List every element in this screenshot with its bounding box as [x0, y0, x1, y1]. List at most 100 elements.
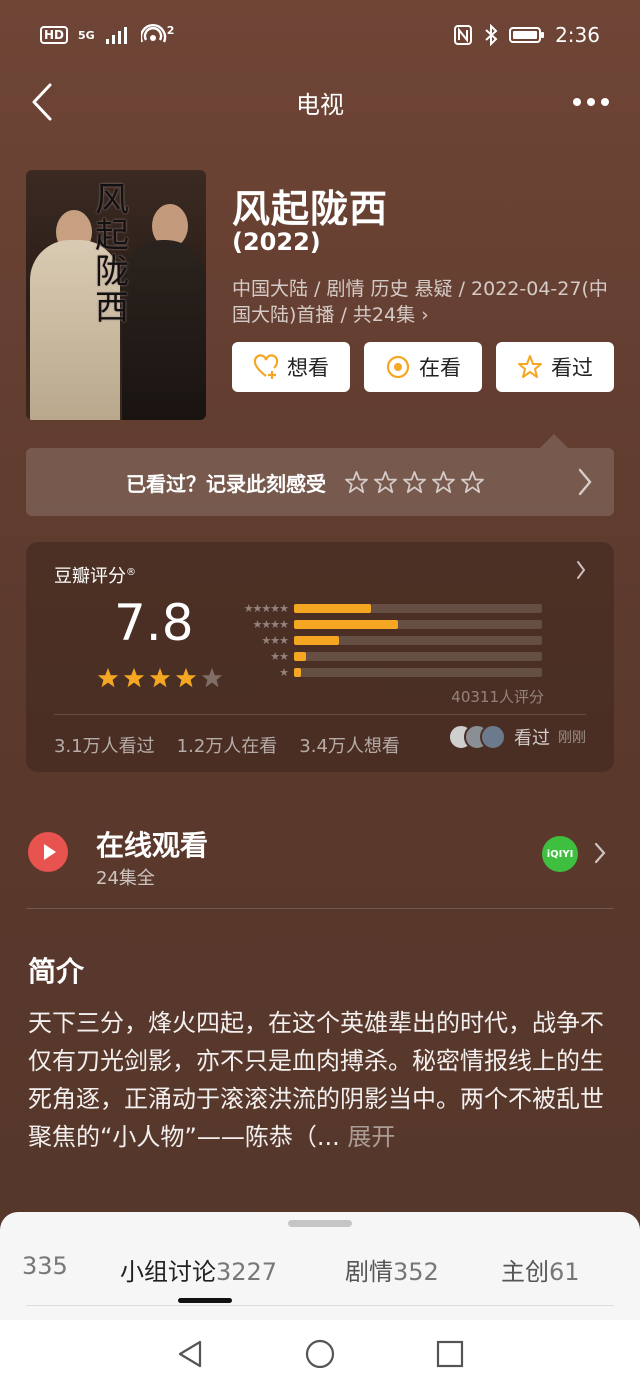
status-bar: HD 5G 2 2:36 — [0, 0, 640, 70]
divider — [54, 714, 586, 715]
distribution-row: ★★ — [224, 648, 542, 664]
bottom-sheet: 335 小组讨论3227 剧情352 主创61 — [0, 1212, 640, 1322]
watched-count: 3.1万人看过 — [54, 736, 155, 757]
rating-stars — [96, 666, 224, 690]
friend-avatars — [448, 724, 506, 750]
distribution-row: ★★★★ — [224, 616, 542, 632]
want-button[interactable]: 想看 — [232, 342, 350, 392]
nav-back-icon[interactable] — [176, 1339, 204, 1369]
distribution-track — [294, 667, 542, 677]
movie-meta[interactable]: 中国大陆 / 剧情 历史 悬疑 / 2022-04-27(中国大陆)首播 / 共… — [232, 276, 622, 328]
nfc-icon — [454, 25, 473, 45]
tab-bar: 335 小组讨论3227 剧情352 主创61 — [0, 1248, 640, 1288]
star-icon — [149, 667, 171, 688]
more-dot-icon — [587, 98, 595, 106]
nav-recent-icon[interactable] — [436, 1340, 464, 1368]
page-title: 电视 — [296, 90, 344, 119]
bluetooth-icon — [485, 24, 498, 46]
distribution-track — [294, 635, 542, 645]
intro-body: 天下三分，烽火四起，在这个英雄辈出的时代，战争不仅有刀光剑影，亦不只是血肉搏杀。… — [28, 1009, 604, 1151]
divider — [26, 1305, 614, 1306]
distribution-track — [294, 619, 542, 629]
status-right: 2:36 — [453, 23, 600, 47]
chevron-right-icon — [577, 561, 586, 579]
target-icon — [386, 355, 410, 379]
friends-time: 刚刚 — [558, 730, 586, 746]
friends-watched[interactable]: 看过 刚刚 — [448, 724, 586, 750]
star-outline-icon[interactable] — [460, 470, 485, 495]
online-watch-row[interactable]: 在线观看 24集全 iQIYI — [26, 818, 614, 908]
star-outline-icon[interactable] — [344, 470, 369, 495]
rating-label: 豆瓣评分® — [54, 566, 136, 587]
tab-partial[interactable]: 335 — [22, 1252, 68, 1280]
rate-prompt[interactable]: 已看过？记录此刻感受 — [26, 448, 614, 516]
star-outline-icon[interactable] — [373, 470, 398, 495]
expand-link[interactable]: 展开 — [347, 1123, 395, 1151]
distribution-stars: ★★ — [270, 649, 289, 663]
star-icon — [123, 667, 145, 688]
star-icon — [97, 667, 119, 688]
poster-calligraphy: 风起陇西 — [95, 180, 129, 328]
distribution-fill — [294, 603, 371, 613]
nav-home-icon[interactable] — [304, 1338, 336, 1370]
back-button[interactable] — [20, 80, 64, 124]
distribution-track — [294, 651, 542, 661]
rate-caret — [540, 434, 568, 448]
star-icon — [201, 667, 223, 688]
star-outline-icon — [518, 355, 542, 378]
rating-stats: 3.1万人看过 1.2万人在看 3.4万人想看 — [54, 732, 400, 758]
distribution-stars: ★ — [279, 665, 289, 679]
hd-badge: HD — [40, 26, 69, 44]
watching-count: 1.2万人在看 — [176, 736, 278, 757]
more-dot-icon — [601, 98, 609, 106]
distribution-fill — [294, 667, 302, 677]
poster-image[interactable]: 风起陇西 — [26, 170, 206, 420]
nav-bar: 电视 — [0, 70, 640, 134]
watched-label: 看过 — [551, 356, 593, 380]
chevron-left-icon — [32, 83, 52, 121]
system-nav-bar — [0, 1320, 640, 1387]
intro-text: 天下三分，烽火四起，在这个英雄辈出的时代，战争不仅有刀光剑影，亦不只是血肉搏杀。… — [28, 1004, 618, 1156]
distribution-track — [294, 603, 542, 613]
want-label: 想看 — [287, 356, 329, 380]
distribution-row: ★ — [224, 664, 542, 680]
tab-creators[interactable]: 主创61 — [501, 1252, 580, 1287]
rate-prompt-text: 已看过？记录此刻感受 — [126, 471, 326, 496]
distribution-stars: ★★★ — [261, 633, 289, 647]
battery-icon — [509, 27, 545, 43]
tab-plot[interactable]: 剧情352 — [345, 1252, 439, 1287]
star-icon — [175, 667, 197, 688]
more-dot-icon — [573, 98, 581, 106]
tab-indicator — [178, 1298, 232, 1303]
online-subtitle: 24集全 — [96, 868, 155, 889]
star-outline-icon[interactable] — [402, 470, 427, 495]
watching-button[interactable]: 在看 — [364, 342, 482, 392]
network-type: 5G — [78, 28, 95, 42]
distribution-stars: ★★★★★ — [243, 601, 289, 615]
distribution-fill — [294, 651, 307, 661]
rating-card[interactable]: 豆瓣评分® 7.8 ★★★★★ ★★★★ ★★★ ★★ ★ 40311人评分 3.1万人… — [26, 542, 614, 772]
more-button[interactable] — [566, 80, 616, 124]
tab-group-discussion[interactable]: 小组讨论3227 — [120, 1252, 277, 1287]
distribution-row: ★★★ — [224, 632, 542, 648]
distribution-stars: ★★★★ — [252, 617, 289, 631]
action-buttons: 想看 在看 看过 — [232, 342, 614, 392]
rating-distribution: ★★★★★ ★★★★ ★★★ ★★ ★ — [224, 600, 542, 680]
star-outline-icon[interactable] — [431, 470, 456, 495]
rate-stars[interactable] — [344, 470, 485, 495]
iqiyi-icon: iQIYI — [542, 836, 578, 872]
avatar — [480, 724, 506, 750]
status-left: HD 5G 2 — [40, 24, 174, 46]
hotspot-icon — [140, 24, 166, 43]
divider — [26, 908, 614, 909]
clock: 2:36 — [555, 23, 600, 47]
watched-button[interactable]: 看过 — [496, 342, 614, 392]
play-icon — [28, 832, 68, 872]
movie-title: 风起陇西 — [232, 187, 389, 231]
heart-plus-icon — [253, 354, 279, 379]
intro-title: 简介 — [28, 955, 85, 988]
chevron-right-icon — [578, 468, 592, 496]
distribution-fill — [294, 635, 339, 645]
sheet-handle[interactable] — [288, 1220, 352, 1227]
watching-label: 在看 — [419, 356, 461, 380]
